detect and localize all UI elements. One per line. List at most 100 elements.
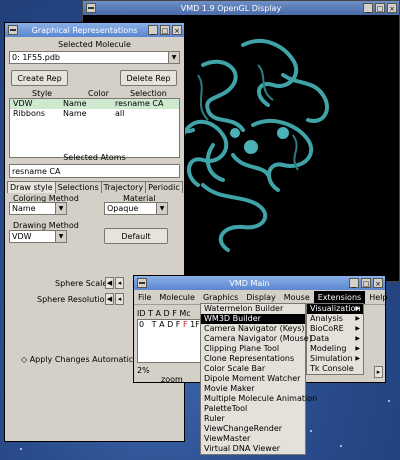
desktop-star [340,445,342,447]
submenu-arrow-icon: ▶ [355,325,360,332]
color-column-header: Color [88,89,109,98]
decrement-fast-icon[interactable]: ◀ [105,293,114,305]
selected-atoms-input[interactable]: resname CA [9,164,180,178]
menu-item-biocore[interactable]: BioCoRE ▶ [307,324,363,334]
minimize-icon[interactable]: _ [363,3,373,13]
menu-item-watermelon-builder[interactable]: Watermelon Builder [201,304,305,314]
decrement-icon[interactable]: ◂ [115,277,124,289]
maximize-icon[interactable]: □ [160,25,170,35]
coloring-method-value: Name [12,204,36,213]
menu-display[interactable]: Display [242,291,280,304]
frame-field[interactable]: 2% [137,366,150,375]
window-menu-icon[interactable] [8,25,18,35]
menu-item-dipole-moment-watcher[interactable]: Dipole Moment Watcher [201,374,305,384]
calcium-atom-sphere [244,140,258,154]
molecule-fix-flag[interactable]: F [183,320,188,329]
menu-molecule[interactable]: Molecule [155,291,199,304]
selected-molecule-label: Selected Molecule [58,40,131,49]
menu-item-viewmaster[interactable]: ViewMaster [201,434,305,444]
menu-mouse[interactable]: Mouse [280,291,314,304]
step-forward-icon[interactable]: ▸ [374,366,383,378]
menu-graphics[interactable]: Graphics [199,291,242,304]
close-icon[interactable]: × [172,25,182,35]
table-row[interactable]: VDW Name resname CA [10,99,179,109]
sphere-resolution-label: Sphere Resolution [37,295,110,304]
tab-trajectory[interactable]: Trajectory [100,181,147,193]
maximize-icon[interactable]: □ [375,3,385,13]
menu-item-simulation[interactable]: Simulation ▶ [307,354,363,364]
selected-atoms-label: Selected Atoms [63,153,126,162]
menu-file[interactable]: File [134,291,155,304]
menu-item-camera-navigator-keys[interactable]: Camera Navigator (Keys) [201,324,305,334]
selection-column-header: Selection [130,89,167,98]
menu-item-camera-navigator-mouse[interactable]: Camera Navigator (Mouse) [201,334,312,344]
material-dropdown[interactable]: Opaque ▼ [104,202,168,215]
menu-item-modeling[interactable]: Modeling ▶ [307,344,363,354]
menu-item-clipping-plane-tool[interactable]: Clipping Plane Tool [201,344,305,354]
style-column-header: Style [32,89,53,98]
chevron-down-icon: ▼ [168,52,179,63]
close-icon[interactable]: × [373,278,383,288]
coloring-method-dropdown[interactable]: Name ▼ [9,202,67,215]
vmd-main-titlebar[interactable]: VMD Main _ □ × [134,276,385,290]
rep-style-cell: Ribbons [13,109,46,118]
graphical-reps-title: Graphical Representations [31,25,138,35]
chevron-down-icon: ▼ [156,203,167,214]
menu-item-ruler[interactable]: Ruler [201,414,305,424]
maximize-icon[interactable]: □ [361,278,371,288]
menu-extensions[interactable]: Extensions [313,290,366,304]
tab-draw-style[interactable]: Draw style [7,181,56,193]
table-row[interactable]: 0 T A D F F 1F [138,320,200,330]
menu-item-palettetool[interactable]: PaletteTool [201,404,305,414]
visualization-submenu: Watermelon Builder WM3D Builder Camera N… [200,303,317,455]
menu-item-data[interactable]: Data ▶ [307,334,363,344]
sphere-scale-label: Sphere Scale [55,279,108,288]
apply-changes-checkbox[interactable]: ◇ Apply Changes Automatica [21,355,138,364]
graphical-reps-titlebar[interactable]: Graphical Representations _ □ × [5,23,184,37]
selected-molecule-dropdown[interactable]: 0: 1F55.pdb ▼ [9,51,180,64]
menu-item-analysis[interactable]: Analysis ▶ [307,314,363,324]
menu-item-virtual-dna-viewer[interactable]: Virtual DNA Viewer [201,444,305,454]
tab-selections[interactable]: Selections [54,181,102,193]
menu-item-multiple-molecule-animation[interactable]: Multiple Molecule Animation [201,394,317,404]
rep-selection-cell: all [115,109,125,118]
frame-stepper: ▸ [374,366,384,378]
table-row[interactable]: Ribbons Name all [10,109,179,119]
molecule-list[interactable]: 0 T A D F F 1F [137,319,201,363]
zoom-checkbox[interactable]: zoom [161,375,183,384]
menu-item-clone-representations[interactable]: Clone Representations [201,354,305,364]
extensions-menu: Visualization ▶ Analysis ▶ BioCoRE ▶ Data ▶ … [306,303,364,375]
decrement-icon[interactable]: ◂ [115,293,124,305]
calcium-atom-sphere [277,127,289,139]
create-rep-button[interactable]: Create Rep [11,70,68,86]
vmd-main-title: VMD Main [229,278,270,288]
minimize-icon[interactable]: _ [148,25,158,35]
menu-item-tk-console[interactable]: Tk Console [307,364,363,374]
menu-item-color-scale-bar[interactable]: Color Scale Bar [201,364,305,374]
decrement-fast-icon[interactable]: ◀ [105,277,114,289]
default-button[interactable]: Default [104,228,168,244]
drawing-method-dropdown[interactable]: VDW ▼ [9,230,67,243]
rep-tabs: Draw style Selections Trajectory Periodi… [7,181,183,193]
window-menu-icon[interactable] [86,3,96,13]
drawing-method-label: Drawing Method [13,221,79,230]
delete-rep-button[interactable]: Delete Rep [120,70,177,86]
desktop-star [20,448,22,450]
tab-periodic[interactable]: Periodic [145,181,183,193]
menu-help[interactable]: Help [365,291,391,304]
close-icon[interactable]: × [387,3,397,13]
menu-item-wm3d-builder[interactable]: WM3D Builder [201,314,305,324]
molecule-id: 0 [139,320,145,329]
window-menu-icon[interactable] [137,278,147,288]
menu-item-viewchangerender[interactable]: ViewChangeRender [201,424,305,434]
opengl-titlebar[interactable]: VMD 1.9 OpenGL Display _ □ × [83,1,399,15]
menu-item-visualization[interactable]: Visualization ▶ [307,304,363,314]
desktop-star [310,430,312,432]
molecule-flags[interactable]: T A D F [152,320,181,329]
representations-list[interactable]: VDW Name resname CA Ribbons Name all [9,98,180,158]
material-value: Opaque [107,204,139,213]
menu-item-movie-maker[interactable]: Movie Maker [201,384,305,394]
submenu-arrow-icon: ▶ [355,355,360,362]
rep-color-cell: Name [63,99,87,108]
minimize-icon[interactable]: _ [349,278,359,288]
